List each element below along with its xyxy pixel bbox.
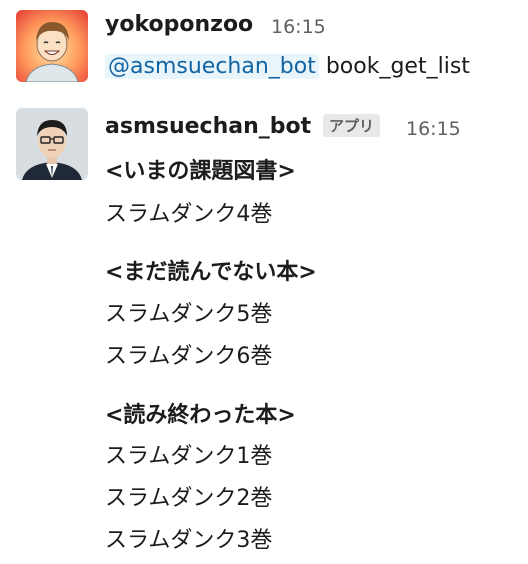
app-badge: アプリ xyxy=(323,114,381,137)
message-author[interactable]: yokoponzoo xyxy=(105,12,253,37)
message-text: book_get_list xyxy=(325,54,470,79)
list-item: スラムダンク5巻 xyxy=(105,302,273,327)
mention-link[interactable]: @asmsuechan_bot xyxy=(105,54,319,79)
avatar-asmsuechan-bot-icon[interactable] xyxy=(16,108,88,180)
section-heading: <いまの課題図書> xyxy=(105,159,296,184)
message-timestamp[interactable]: 16:15 xyxy=(271,16,326,38)
message-body: @asmsuechan_bot book_get_list xyxy=(105,54,470,79)
section-heading: <読み終わった本> xyxy=(105,403,296,428)
list-item: スラムダンク4巻 xyxy=(105,202,273,227)
list-item: スラムダンク3巻 xyxy=(105,528,273,553)
avatar-yokoponzoo-icon[interactable] xyxy=(16,10,88,82)
list-item: スラムダンク6巻 xyxy=(105,344,273,369)
message-author[interactable]: asmsuechan_bot xyxy=(105,114,311,139)
message-timestamp[interactable]: 16:15 xyxy=(406,118,461,140)
list-item: スラムダンク1巻 xyxy=(105,444,273,469)
section-heading: <まだ読んでない本> xyxy=(105,260,317,285)
list-item: スラムダンク2巻 xyxy=(105,486,273,511)
